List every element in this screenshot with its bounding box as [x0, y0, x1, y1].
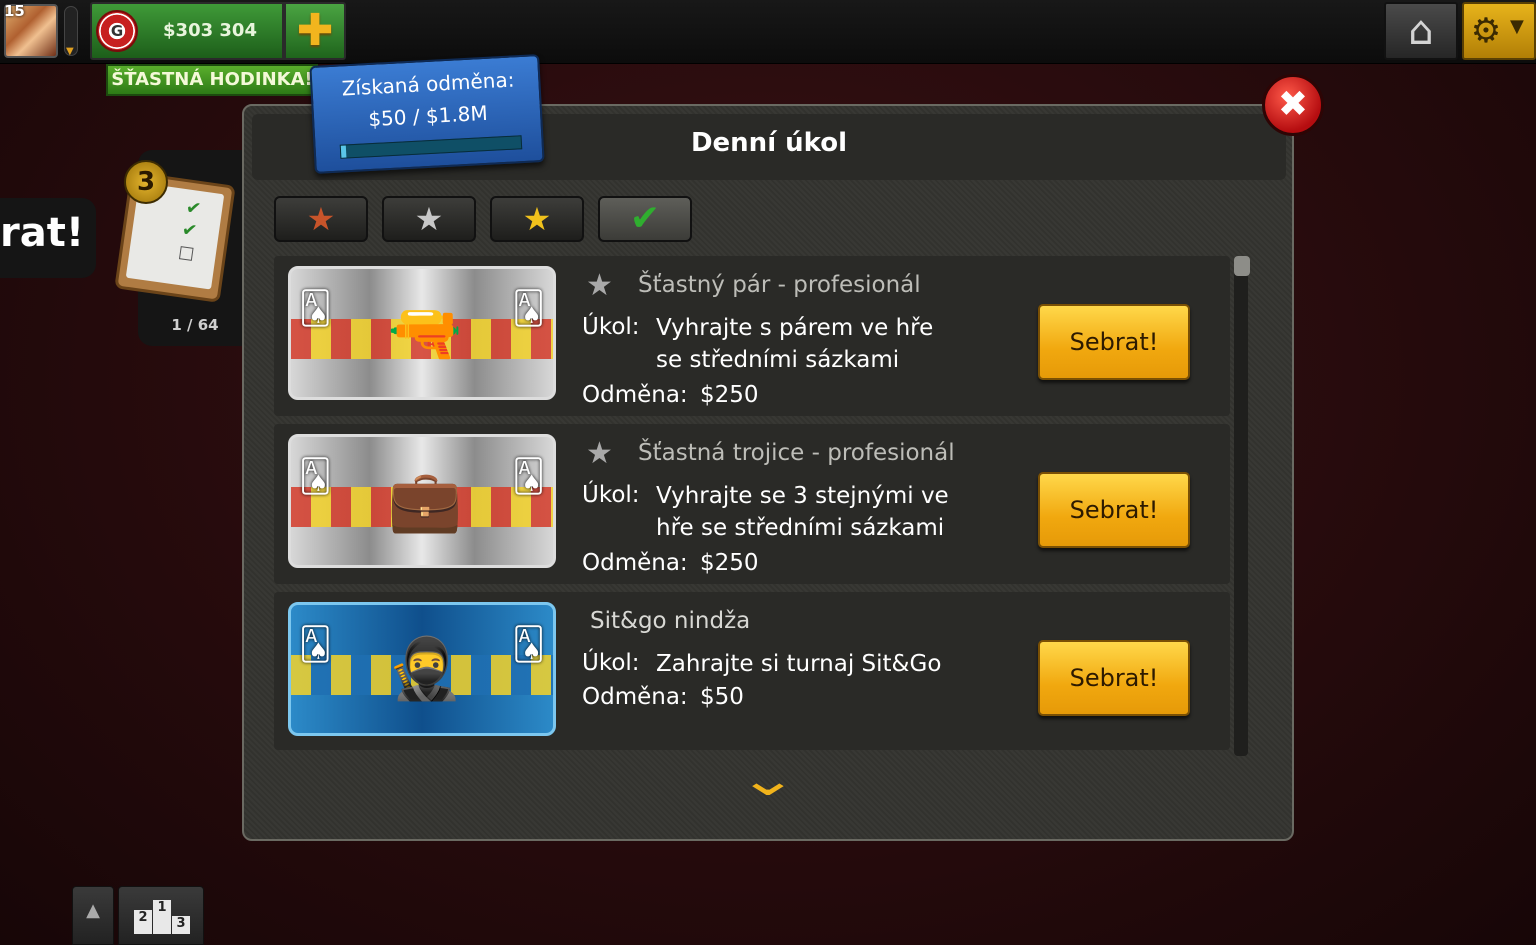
tab-silver[interactable]: ★: [382, 196, 476, 242]
quest-reward: $50: [700, 684, 744, 710]
ninja-icon: 🥷: [387, 634, 463, 704]
chevron-down-icon[interactable]: ⌄: [704, 752, 832, 806]
quest-task-label: Úkol:: [582, 482, 640, 508]
quest-task: Vyhrajte se 3 stejnými ve hře se střední…: [656, 483, 949, 541]
quest-reward-label: Odměna:: [582, 684, 688, 710]
check-icon: ✔: [180, 219, 199, 242]
player-level: 15: [4, 2, 25, 20]
quest-image-pistols: 🂡 🂡 🔫: [288, 266, 556, 400]
home-icon: ⌂: [1408, 8, 1434, 54]
scrollbar-track[interactable]: [1234, 256, 1248, 756]
quest-reward: $250: [700, 550, 759, 576]
pistols-icon: 🔫: [387, 298, 463, 368]
tab-completed[interactable]: ✔: [598, 196, 692, 242]
podium-icon: 2 1 3: [134, 898, 190, 934]
quest-task: Vyhrajte s párem ve hře se středními sáz…: [656, 315, 934, 373]
scrollbar-thumb[interactable]: [1234, 256, 1250, 276]
tab-bronze[interactable]: ★: [274, 196, 368, 242]
quest-image-suitcase: 🂡 🂡 💼: [288, 434, 556, 568]
reward-progress-fill: [340, 145, 347, 158]
quest-task-label: Úkol:: [582, 650, 640, 676]
quest-reward-label: Odměna:: [582, 382, 688, 408]
plus-icon: ✚: [296, 5, 334, 56]
speech-bubble-text: rat!: [0, 210, 85, 256]
quest-task-label: Úkol:: [582, 314, 640, 340]
checkbox-icon: ☐: [176, 242, 196, 267]
collect-button[interactable]: Sebrat!: [1038, 472, 1190, 548]
quest-count-badge: 3: [124, 160, 168, 204]
caret-down-icon: ▼: [1510, 16, 1524, 37]
check-icon: ✔: [629, 198, 661, 239]
quest-row: 🂡 🂡 💼 ★ Šťastná trojice - profesionál Úko…: [274, 424, 1230, 584]
collect-button[interactable]: Sebrat!: [1038, 640, 1190, 716]
quest-title: Sit&go nindža: [590, 608, 751, 634]
quest-row: 🂡 🂡 🔫 ★ Šťastný pár - profesionál Úkol: V…: [274, 256, 1230, 416]
bronze-star-icon: ★: [306, 200, 336, 238]
gold-star-icon: ★: [522, 200, 552, 238]
tab-gold[interactable]: ★: [490, 196, 584, 242]
quest-row: 🂡 🂡 🥷 Sit&go nindža Úkol: Zahrajte si tur…: [274, 592, 1230, 750]
silver-star-icon: ★: [586, 436, 613, 471]
close-button[interactable]: ✖: [1262, 74, 1324, 136]
arrow-up-icon: ▲: [86, 900, 100, 921]
gear-icon: ⚙: [1470, 11, 1502, 51]
money-amount: $303 304: [163, 20, 257, 41]
quest-reward: $250: [700, 382, 759, 408]
silver-star-icon: ★: [586, 268, 613, 303]
caret-down-icon: ▼: [66, 46, 74, 57]
lucky-hour-badge: ŠŤASTNÁ HODINKA!: [106, 64, 318, 96]
quest-reward-label: Odměna:: [582, 550, 688, 576]
quest-image-ninja: 🂡 🂡 🥷: [288, 602, 556, 736]
suitcase-icon: 💼: [387, 466, 463, 536]
chip-logo: G: [110, 22, 124, 40]
silver-star-icon: ★: [414, 200, 444, 238]
quest-title: Šťastná trojice - profesionál: [638, 440, 955, 466]
check-icon: ✔: [184, 197, 203, 220]
collect-button[interactable]: Sebrat!: [1038, 304, 1190, 380]
quest-title: Šťastný pár - profesionál: [638, 272, 921, 298]
quest-task: Zahrajte si turnaj Sit&Go: [656, 651, 942, 677]
quest-progress-text: 1 / 64: [171, 316, 219, 334]
